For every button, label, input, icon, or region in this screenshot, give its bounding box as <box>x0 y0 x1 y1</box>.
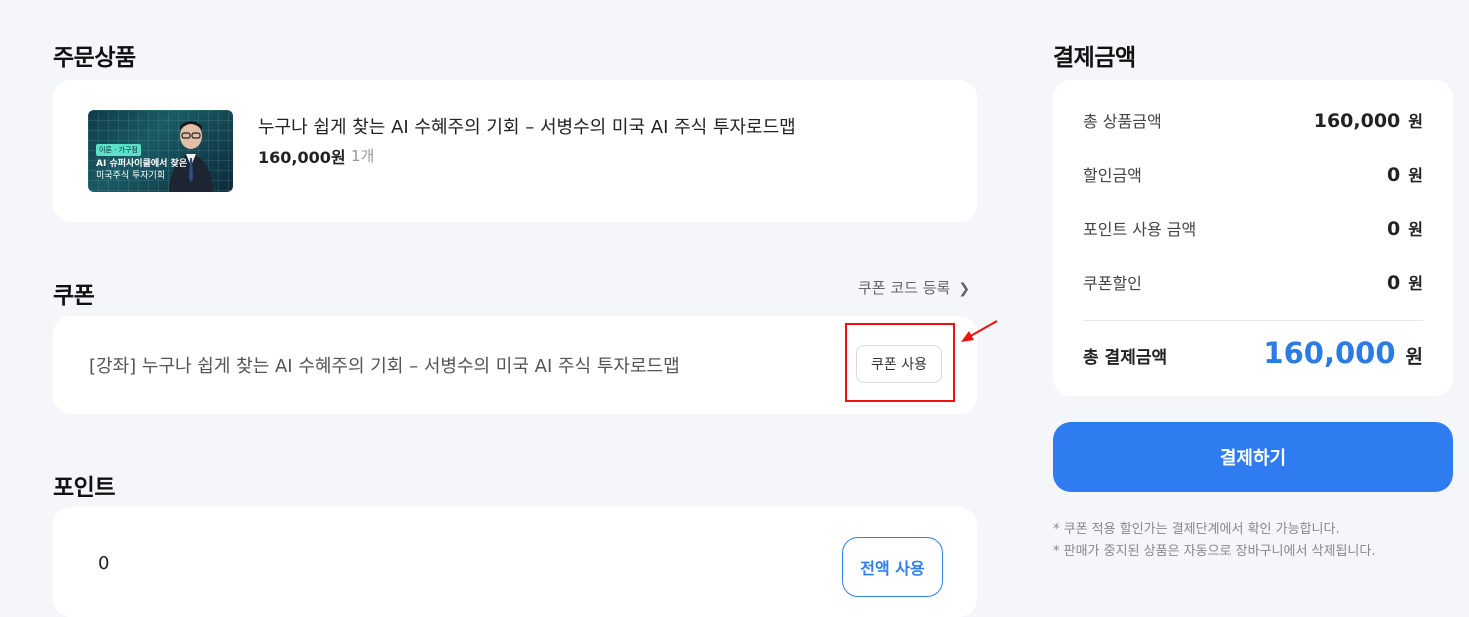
summary-row-amount: 0 <box>1387 164 1401 186</box>
payment-note: * 쿠폰 적용 할인가는 결제단계에서 확인 가능합니다. <box>1053 522 1340 537</box>
summary-row-amount: 0 <box>1387 218 1401 240</box>
currency-unit: 원 <box>1408 274 1423 293</box>
product-price: 160,000원 <box>258 148 346 167</box>
coupon-code-register-label: 쿠폰 코드 등록 <box>858 279 951 297</box>
summary-row-grand-total: 총 결제금액 160,000 원 <box>1083 336 1423 370</box>
total-payment-label: 총 결제금액 <box>1083 348 1168 368</box>
currency-unit: 원 <box>1408 166 1423 185</box>
currency-unit: 원 <box>1405 346 1423 368</box>
thumbnail-badge: 이론 · 가구점 <box>96 144 141 156</box>
pay-button[interactable]: 결제하기 <box>1053 422 1453 492</box>
summary-row-label: 총 상품금액 <box>1083 112 1162 131</box>
payment-note: * 판매가 중지된 상품은 자동으로 장바구니에서 삭제됩니다. <box>1053 544 1376 559</box>
annotation-arrow-icon <box>961 320 998 342</box>
total-payment-value: 160,000 원 <box>1263 336 1423 370</box>
currency-unit: 원 <box>1408 220 1423 239</box>
product-name[interactable]: 누구나 쉽게 찾는 AI 수혜주의 기회 – 서병수의 미국 AI 주식 투자로… <box>258 113 796 139</box>
annotation-highlight-box <box>845 323 955 402</box>
coupon-card: [강좌] 누구나 쉽게 찾는 AI 수혜주의 기회 – 서병수의 미국 AI 주… <box>53 316 977 414</box>
summary-row-point-usage: 포인트 사용 금액 0원 <box>1083 216 1423 240</box>
coupon-code-register-link[interactable]: 쿠폰 코드 등록 ❯ <box>858 277 970 298</box>
point-card: 0 전액 사용 <box>53 507 977 617</box>
chevron-right-icon: ❯ <box>958 281 971 297</box>
currency-unit: 원 <box>1408 112 1423 131</box>
product-quantity: 1개 <box>351 147 375 165</box>
summary-row-value: 160,000 원 <box>1314 108 1423 132</box>
payment-summary-card: 총 상품금액 160,000 원 할인금액 0원 포인트 사용 금액 0원 쿠폰할… <box>1053 80 1453 396</box>
use-all-points-button[interactable]: 전액 사용 <box>842 537 943 597</box>
summary-row-amount: 0 <box>1387 272 1401 294</box>
payment-summary-title: 결제금액 <box>1053 45 1136 71</box>
summary-row-value: 0원 <box>1387 216 1423 240</box>
summary-row-coupon-discount: 쿠폰할인 0원 <box>1083 270 1423 294</box>
summary-row-label: 포인트 사용 금액 <box>1083 220 1197 239</box>
summary-row-amount: 160,000 <box>1313 110 1401 132</box>
summary-row-value: 0원 <box>1387 270 1423 294</box>
summary-row-discount: 할인금액 0원 <box>1083 162 1423 186</box>
instructor-portrait-icon <box>169 121 213 192</box>
summary-row-value: 0원 <box>1387 162 1423 186</box>
point-input[interactable]: 0 <box>98 553 109 574</box>
total-payment-amount: 160,000 <box>1263 336 1396 370</box>
summary-row-label: 쿠폰할인 <box>1083 274 1142 293</box>
summary-divider <box>1083 320 1423 321</box>
point-section-title: 포인트 <box>53 475 115 501</box>
summary-row-total-product: 총 상품금액 160,000 원 <box>1083 108 1423 132</box>
product-thumbnail[interactable]: 이론 · 가구점 AI 슈퍼사이클에서 찾은 미국주식 투자기회 <box>88 110 233 192</box>
coupon-section-title: 쿠폰 <box>53 283 95 309</box>
summary-row-label: 할인금액 <box>1083 166 1142 185</box>
order-item-card: 이론 · 가구점 AI 슈퍼사이클에서 찾은 미국주식 투자기회 누구나 쉽게 … <box>53 80 977 222</box>
coupon-item-text: [강좌] 누구나 쉽게 찾는 AI 수혜주의 기회 – 서병수의 미국 AI 주… <box>89 356 680 377</box>
thumbnail-title-line2: 미국주식 투자기회 <box>96 171 166 181</box>
order-section-title: 주문상품 <box>53 45 136 71</box>
